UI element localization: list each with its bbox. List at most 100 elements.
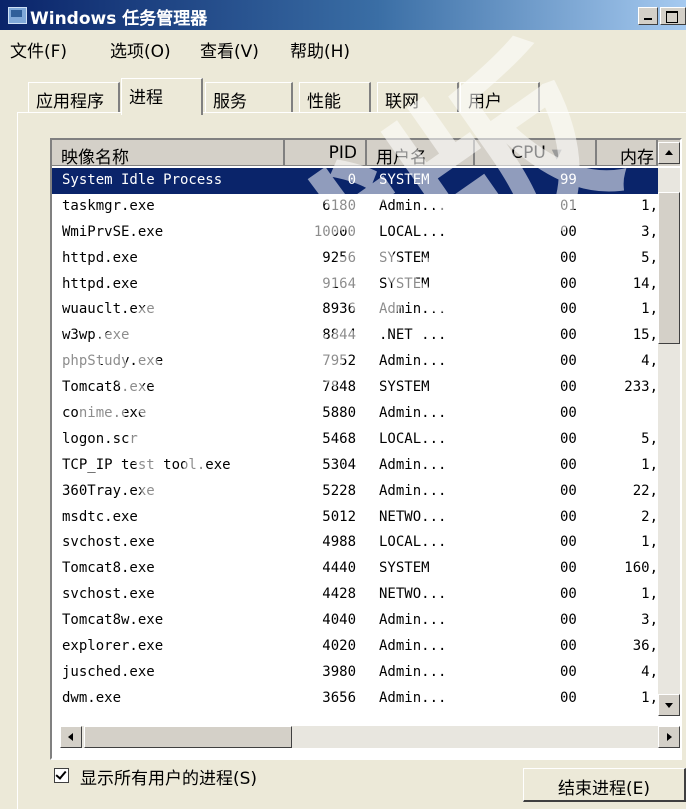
process-user: SYSTEM	[379, 379, 430, 396]
tab-performance[interactable]: 性能	[299, 82, 371, 112]
process-list[interactable]: 映像名称 PID 用户名 CPU ▼ 内存 System Idle Process…	[50, 138, 682, 760]
process-name: httpd.exe	[62, 275, 138, 292]
table-row[interactable]: w3wp.exe 8844 .NET ... 00 15,	[52, 323, 662, 349]
process-cpu: 00	[560, 534, 577, 551]
vertical-scroll-thumb[interactable]	[658, 192, 680, 344]
menu-options[interactable]: 选项(O)	[110, 37, 171, 62]
process-memory: 1,	[641, 586, 658, 603]
process-name: svchost.exe	[62, 534, 155, 551]
tab-networking[interactable]: 联网	[377, 82, 459, 112]
column-header: 映像名称 PID 用户名 CPU ▼ 内存	[52, 140, 680, 166]
process-pid: 5012	[322, 508, 356, 525]
horizontal-scroll-thumb[interactable]	[84, 726, 292, 748]
process-pid: 8936	[322, 301, 356, 318]
process-user: NETWO...	[379, 586, 447, 603]
process-memory: 5,	[641, 249, 658, 266]
table-row[interactable]: wuauclt.exe 8936 Admin... 00 1,	[52, 297, 662, 323]
table-row[interactable]: logon.scr 5468 LOCAL... 00 5,	[52, 427, 662, 453]
table-row[interactable]: conime.exe 5880 Admin... 00	[52, 401, 662, 427]
table-row[interactable]: 360Tray.exe 5228 Admin... 00 22,	[52, 479, 662, 505]
show-all-users-checkbox[interactable]	[54, 768, 69, 783]
column-pid[interactable]: PID	[285, 140, 367, 166]
table-row[interactable]: phpStudy.exe 7952 Admin... 00 4,	[52, 349, 662, 375]
scroll-right-icon[interactable]	[658, 726, 680, 748]
column-memory[interactable]: 内存	[597, 140, 658, 166]
column-cpu[interactable]: CPU ▼	[475, 140, 597, 166]
process-name: Tomcat8.exe	[62, 560, 155, 577]
process-cpu: 00	[560, 612, 577, 629]
scroll-up-icon[interactable]	[658, 142, 680, 164]
process-name: Tomcat8.exe	[62, 379, 155, 396]
process-user: Admin...	[379, 405, 447, 422]
process-name: w3wp.exe	[62, 327, 130, 344]
process-memory: 3,	[641, 223, 658, 240]
table-row[interactable]: httpd.exe 9164 SYSTEM 00 14,	[52, 272, 662, 298]
process-pid: 4020	[322, 638, 356, 655]
process-pid: 4440	[322, 560, 356, 577]
process-name: System Idle Process	[62, 172, 223, 188]
scroll-left-icon[interactable]	[60, 726, 82, 748]
table-row[interactable]: Tomcat8w.exe 4040 Admin... 00 3,	[52, 608, 662, 634]
process-cpu: 00	[560, 327, 577, 344]
table-row[interactable]: taskmgr.exe 6180 Admin... 01 1,	[52, 194, 662, 220]
process-memory: 1,	[641, 689, 658, 706]
process-cpu: 00	[560, 586, 577, 603]
process-memory: 36,	[632, 638, 658, 655]
process-name: logon.scr	[62, 430, 138, 447]
table-row[interactable]: Tomcat8.exe 7848 SYSTEM 00 233,	[52, 375, 662, 401]
process-user: Admin...	[379, 456, 447, 473]
maximize-button[interactable]	[660, 7, 686, 25]
vertical-scrollbar[interactable]	[658, 168, 680, 716]
process-cpu: 00	[560, 663, 577, 680]
process-user: NETWO...	[379, 508, 447, 525]
process-pid: 7952	[322, 353, 356, 370]
process-cpu: 00	[560, 689, 577, 706]
process-user: SYSTEM	[379, 560, 430, 577]
table-row[interactable]: TCP_IP test tool.exe 5304 Admin... 00 1,	[52, 453, 662, 479]
menu-help[interactable]: 帮助(H)	[290, 37, 350, 62]
column-image-name[interactable]: 映像名称	[52, 140, 285, 166]
process-user: Admin...	[379, 638, 447, 655]
process-user: .NET ...	[379, 327, 447, 344]
process-cpu: 00	[560, 560, 577, 577]
process-cpu: 00	[560, 456, 577, 473]
process-memory: 1,	[641, 301, 658, 318]
table-row[interactable]: explorer.exe 4020 Admin... 00 36,	[52, 634, 662, 660]
minimize-button[interactable]	[638, 7, 658, 25]
process-name: wuauclt.exe	[62, 301, 155, 318]
process-cpu: 00	[560, 405, 577, 422]
table-row[interactable]: Tomcat8.exe 4440 SYSTEM 00 160,	[52, 556, 662, 582]
process-user: SYSTEM	[379, 172, 430, 188]
process-memory: 160,	[624, 560, 658, 577]
table-row[interactable]: httpd.exe 9256 SYSTEM 00 5,	[52, 246, 662, 272]
table-row[interactable]: System Idle Process 0 SYSTEM 99	[52, 168, 662, 194]
tab-services[interactable]: 服务	[205, 82, 293, 112]
menu-file[interactable]: 文件(F)	[10, 37, 67, 62]
process-pid: 8844	[322, 327, 356, 344]
process-memory: 233,	[624, 379, 658, 396]
show-all-users-label[interactable]: 显示所有用户的进程(S)	[80, 764, 257, 789]
title-bar[interactable]: Windows 任务管理器	[0, 0, 686, 30]
process-name: taskmgr.exe	[62, 197, 155, 214]
table-row[interactable]: WmiPrvSE.exe 10000 LOCAL... 00 3,	[52, 220, 662, 246]
process-pid: 3980	[322, 663, 356, 680]
table-row[interactable]: jusched.exe 3980 Admin... 00 4,	[52, 660, 662, 686]
column-user-name[interactable]: 用户名	[367, 140, 475, 166]
process-name: phpStudy.exe	[62, 353, 164, 370]
process-name: httpd.exe	[62, 249, 138, 266]
tab-processes[interactable]: 进程	[121, 78, 203, 115]
process-pid: 4988	[322, 534, 356, 551]
table-row[interactable]: svchost.exe 4988 LOCAL... 00 1,	[52, 530, 662, 556]
end-process-button[interactable]: 结束进程(E)	[523, 768, 686, 802]
scroll-down-icon[interactable]	[658, 694, 680, 716]
tab-applications[interactable]: 应用程序	[28, 82, 120, 112]
table-row[interactable]: dwm.exe 3656 Admin... 00 1,	[52, 686, 662, 712]
menu-view[interactable]: 查看(V)	[200, 37, 259, 62]
table-row[interactable]: msdtc.exe 5012 NETWO... 00 2,	[52, 505, 662, 531]
task-manager-icon	[8, 7, 27, 24]
process-cpu: 00	[560, 430, 577, 447]
horizontal-scrollbar[interactable]	[60, 726, 680, 748]
table-row[interactable]: svchost.exe 4428 NETWO... 00 1,	[52, 582, 662, 608]
process-memory: 5,	[641, 430, 658, 447]
tab-users[interactable]: 用户	[460, 82, 540, 112]
